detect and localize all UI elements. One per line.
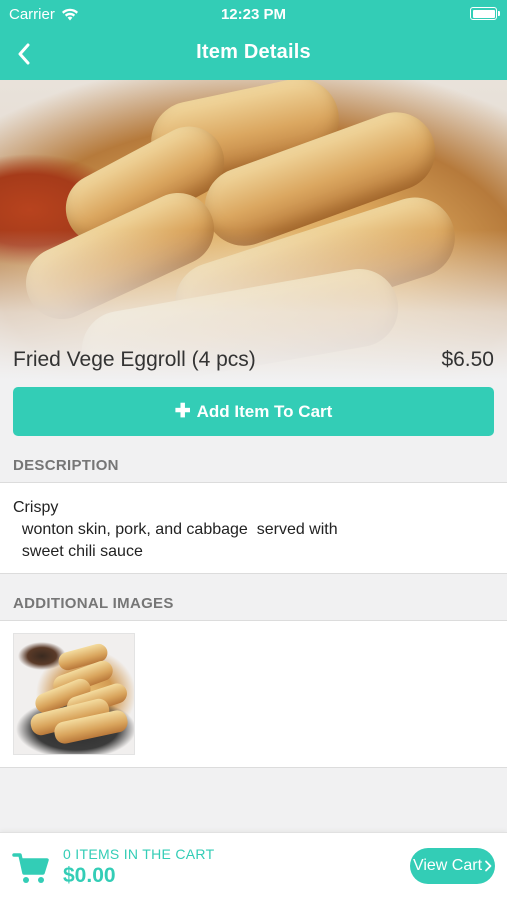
plus-icon: ✚ [174,401,191,422]
add-to-cart-button[interactable]: ✚ Add Item To Cart [13,387,494,436]
cart-total: $0.00 [63,864,116,887]
description-section: Crispy wonton skin, pork, and cabbage se… [0,482,507,574]
view-cart-label: View Cart [412,857,483,874]
status-bar: Carrier 12:23 PM [0,0,507,28]
chevron-right-icon [485,860,492,872]
additional-image-thumbnail[interactable] [13,633,135,755]
battery-icon [470,7,500,20]
description-text: Crispy wonton skin, pork, and cabbage se… [13,499,338,560]
additional-images-section [0,620,507,768]
navigation-bar: Item Details [0,28,507,80]
status-time: 12:23 PM [220,6,287,23]
add-to-cart-label: Add Item To Cart [196,401,333,421]
product-name: Fried Vege Eggroll (4 pcs) [13,348,256,371]
page-title: Item Details [196,41,311,63]
additional-images-header: ADDITIONAL IMAGES [13,595,174,612]
cart-item-count: 0 ITEMS IN THE CART [63,846,215,862]
product-price: $6.50 [441,348,494,371]
product-hero-image [0,80,507,380]
description-header: DESCRIPTION [13,457,119,474]
cart-bar: 0 ITEMS IN THE CART $0.00 View Cart [0,832,507,900]
shopping-cart-icon [12,853,49,883]
view-cart-button[interactable]: View Cart [410,848,495,884]
